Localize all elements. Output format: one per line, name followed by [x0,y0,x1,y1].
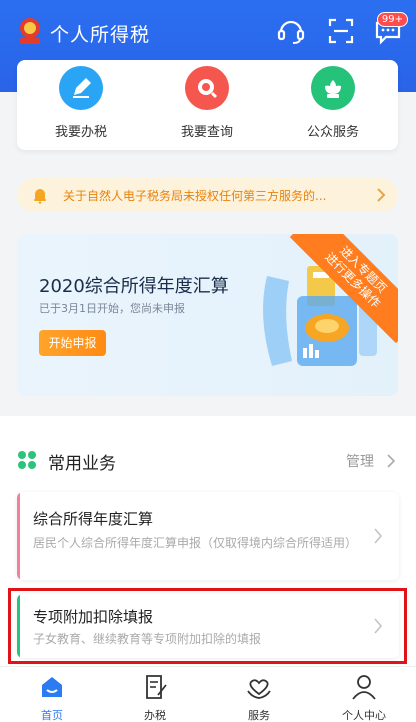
home-icon [42,677,62,697]
headset-icon[interactable] [274,14,308,48]
quick-item-public-service[interactable]: 公众服务 [273,66,393,140]
flower-icon [311,66,355,110]
bell-icon [34,189,46,204]
nav-label: 服务 [248,709,270,722]
chevron-right-icon [374,528,383,544]
bottom-nav: 首页 办税 服务 个人中心 [0,666,416,722]
quick-label-query: 我要查询 [180,125,233,140]
nav-label: 个人中心 [342,709,386,722]
header-bar: 个人所得税 99+ [0,10,416,54]
scan-icon[interactable] [324,14,358,48]
biz-item-desc: 居民个人综合所得年度汇算申报（仅取得境内综合所得适用） [33,536,358,550]
nav-label: 首页 [41,709,63,722]
banner-title: 2020综合所得年度汇算 [39,276,229,297]
start-declare-button[interactable]: 开始申报 [39,330,106,356]
search-icon [185,66,229,110]
nav-item-service[interactable]: 服务 [219,673,299,722]
pen-icon [59,66,103,110]
biz-item-title: 综合所得年度汇算 [33,510,154,528]
notice-bar[interactable]: 关于自然人电子税务局未授权任何第三方服务的... [17,178,398,212]
user-icon [352,675,376,700]
message-button[interactable]: 99+ [372,12,408,48]
annual-settlement-banner[interactable]: 2020综合所得年度汇算 已于3月1日开始，您尚未申报 开始申报 进入专题页 进… [17,234,398,396]
nav-item-home[interactable]: 首页 [12,673,92,722]
biz-item-annual-settlement[interactable]: 综合所得年度汇算 居民个人综合所得年度汇算申报（仅取得境内综合所得适用） [17,492,399,580]
quick-label-public-service: 公众服务 [306,125,359,140]
app-title: 个人所得税 [50,24,151,46]
heart-hands-icon [247,679,271,699]
nav-item-profile[interactable]: 个人中心 [324,673,404,722]
quick-item-tax[interactable]: 我要办税 [21,66,141,140]
section-title: 常用业务 [48,454,116,474]
nav-label: 办税 [144,709,166,722]
nav-item-tax[interactable]: 办税 [115,673,195,722]
quick-actions-card: 我要办税 我要查询 公众服务 [17,60,398,150]
document-pen-icon [146,675,167,699]
message-badge: 99+ [376,12,408,27]
highlight-box [8,588,407,664]
tax-emblem-icon [20,18,40,44]
quick-label-tax: 我要办税 [54,125,107,140]
notice-text: 关于自然人电子税务局未授权任何第三方服务的... [63,189,327,203]
quick-item-query[interactable]: 我要查询 [147,66,267,140]
banner-subtitle: 已于3月1日开始，您尚未申报 [39,302,185,315]
chevron-right-icon [387,454,396,468]
grid-leaf-icon [18,451,36,469]
accent-bar [17,492,20,580]
chevron-right-icon [377,188,386,202]
manage-link[interactable]: 管理 [346,451,374,471]
